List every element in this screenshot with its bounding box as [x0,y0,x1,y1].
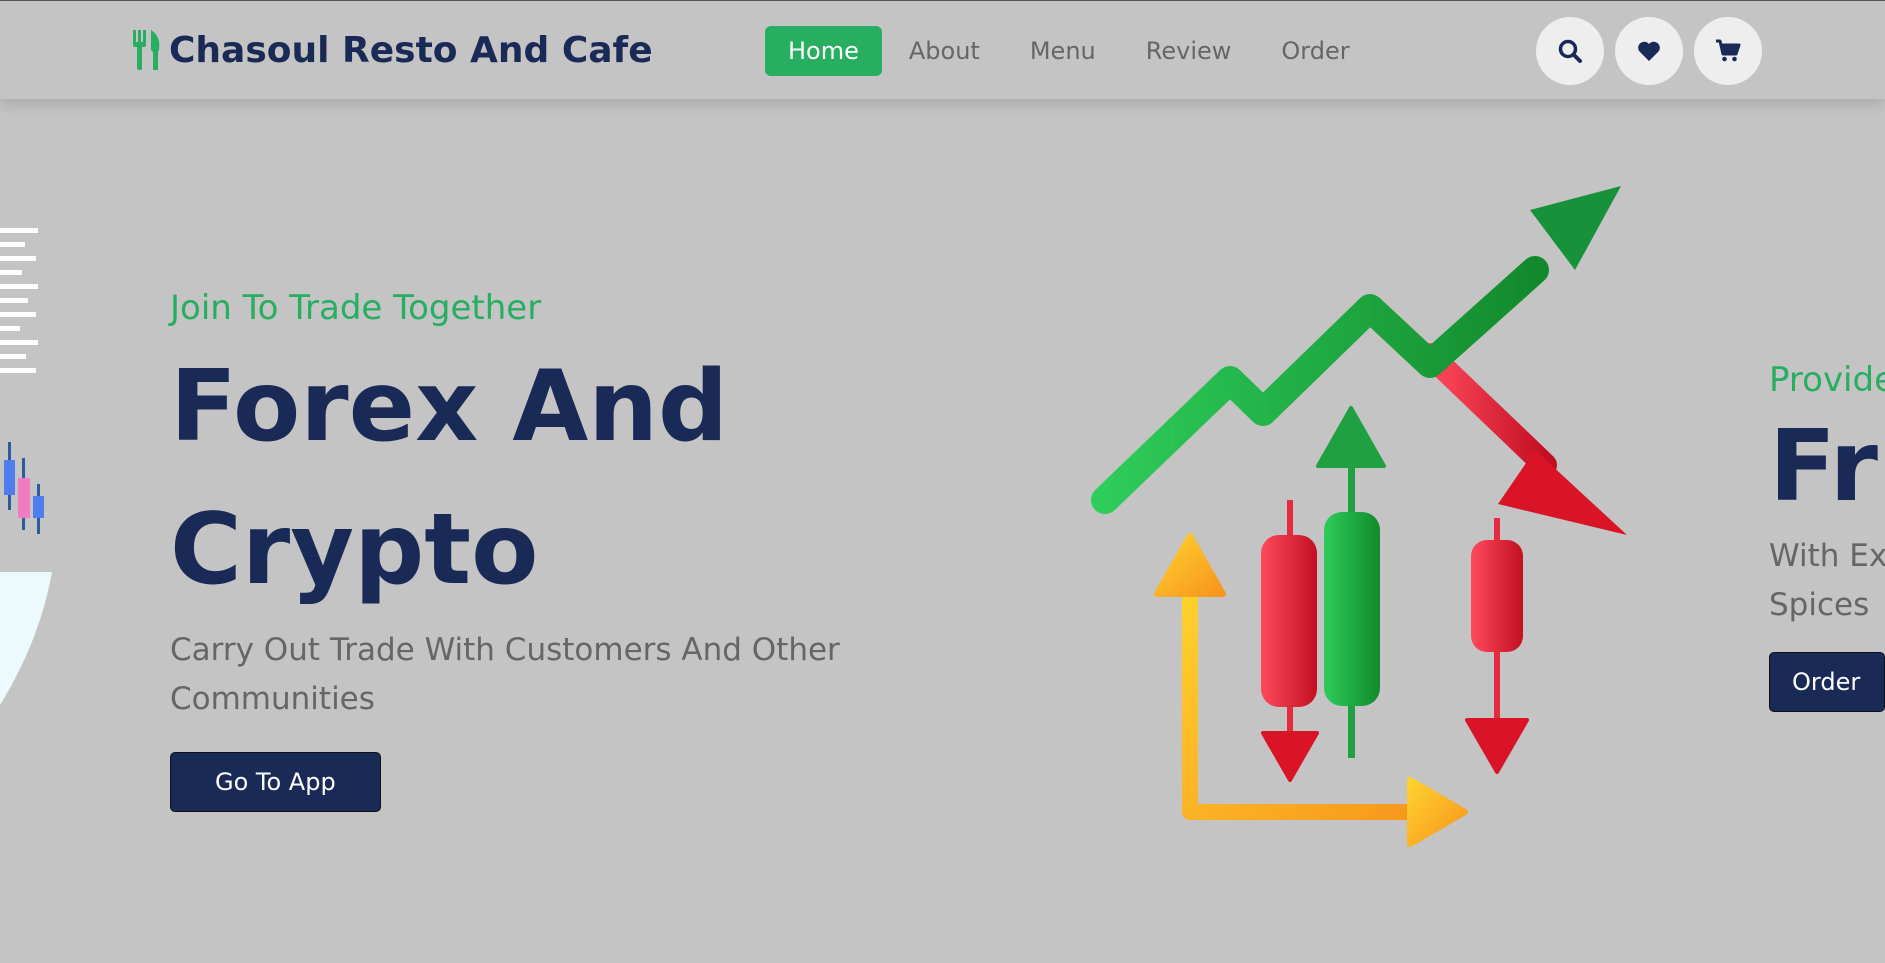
go-to-app-button[interactable]: Go To App [170,752,381,812]
nav-about[interactable]: About [886,26,1003,76]
nav-menu[interactable]: Menu [1007,26,1119,76]
search-icon [1558,39,1582,63]
nav-review[interactable]: Review [1123,26,1255,76]
next-slide-subtitle: Provide [1769,360,1885,400]
cart-button[interactable] [1694,17,1762,85]
logo-text: Chasoul Resto And Cafe [169,29,653,71]
next-slide-text: Provide Fri With Ex Spices Order [1769,360,1885,712]
hero-slide-text: Join To Trade Together Forex And Crypto … [170,288,890,812]
next-slide-description: With Ex Spices [1769,532,1885,630]
cart-icon [1716,39,1741,62]
nav-order[interactable]: Order [1258,26,1372,76]
main-nav: Home About Menu Review Order [765,26,1377,76]
next-slide-description-line2: Spices [1769,587,1870,623]
utensils-icon [133,30,160,70]
hero-title-line1: Forex And [170,350,729,464]
order-button[interactable]: Order [1769,652,1885,712]
nav-home[interactable]: Home [765,26,882,76]
next-slide-description-line1: With Ex [1769,538,1885,574]
previous-slide-decoration [0,228,52,705]
hero-subtitle: Join To Trade Together [170,288,542,328]
logo[interactable]: Chasoul Resto And Cafe [131,25,653,75]
next-slide-title: Fri [1769,410,1885,524]
header-icons [1536,17,1762,85]
favorites-button[interactable] [1615,17,1683,85]
hero-title: Forex And Crypto [170,336,890,622]
search-button[interactable] [1536,17,1604,85]
heart-icon [1638,41,1660,61]
hero-title-line2: Crypto [170,493,539,607]
hero-description: Carry Out Trade With Customers And Other… [170,632,840,717]
header: Chasoul Resto And Cafe Home About Menu R… [0,0,1885,99]
trading-chart-illustration [1091,186,1627,847]
